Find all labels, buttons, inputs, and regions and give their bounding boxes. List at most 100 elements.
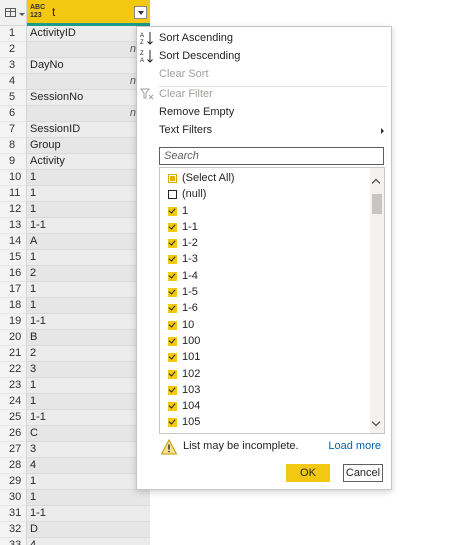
- column-filter-dropdown-button[interactable]: [134, 6, 147, 19]
- filter-option[interactable]: 1-2: [160, 235, 370, 251]
- table-cell[interactable]: 2: [27, 266, 150, 282]
- table-cell[interactable]: 1: [27, 170, 150, 186]
- checkbox[interactable]: [168, 190, 177, 200]
- row-number[interactable]: 1: [0, 26, 27, 42]
- table-cell[interactable]: 4: [27, 458, 150, 474]
- table-cell[interactable]: 1: [27, 186, 150, 202]
- table-cell[interactable]: ActivityID: [27, 26, 150, 42]
- scrollbar-thumb[interactable]: [372, 194, 382, 214]
- row-number[interactable]: 8: [0, 138, 27, 154]
- row-number[interactable]: 21: [0, 346, 27, 362]
- checkbox[interactable]: [168, 222, 177, 232]
- menu-text-filters[interactable]: Text Filters: [137, 121, 391, 139]
- checkbox[interactable]: [168, 336, 177, 346]
- table-cell[interactable]: C: [27, 426, 150, 442]
- table-cell[interactable]: SessionID: [27, 122, 150, 138]
- table-cell[interactable]: DayNo: [27, 58, 150, 74]
- table-cell[interactable]: n: [27, 74, 150, 90]
- table-cell[interactable]: 1: [27, 298, 150, 314]
- table-cell[interactable]: 2: [27, 346, 150, 362]
- table-cell[interactable]: B: [27, 330, 150, 346]
- table-menu-button[interactable]: [0, 0, 27, 26]
- filter-option[interactable]: 105: [160, 414, 370, 430]
- filter-option[interactable]: 1-3: [160, 251, 370, 267]
- table-cell[interactable]: 1-1: [27, 410, 150, 426]
- table-cell[interactable]: A: [27, 234, 150, 250]
- filter-option[interactable]: 106: [160, 431, 370, 434]
- table-cell[interactable]: 1-1: [27, 314, 150, 330]
- row-number[interactable]: 18: [0, 298, 27, 314]
- checkbox[interactable]: [168, 271, 177, 281]
- checkbox[interactable]: [168, 255, 177, 265]
- table-cell[interactable]: 1: [27, 282, 150, 298]
- filter-option[interactable]: 1-4: [160, 268, 370, 284]
- row-number[interactable]: 16: [0, 266, 27, 282]
- table-cell[interactable]: 1: [27, 490, 150, 506]
- any-type-icon[interactable]: ABC 123: [30, 4, 45, 20]
- table-cell[interactable]: 1: [27, 250, 150, 266]
- cancel-button[interactable]: Cancel: [343, 464, 383, 482]
- row-number[interactable]: 7: [0, 122, 27, 138]
- filter-option[interactable]: 103: [160, 382, 370, 398]
- row-number[interactable]: 15: [0, 250, 27, 266]
- row-number[interactable]: 33: [0, 538, 27, 545]
- ok-button[interactable]: OK: [286, 464, 330, 482]
- load-more-link[interactable]: Load more: [328, 440, 381, 452]
- row-number[interactable]: 6: [0, 106, 27, 122]
- list-scrollbar[interactable]: [370, 168, 384, 433]
- table-cell[interactable]: SessionNo: [27, 90, 150, 106]
- checkbox[interactable]: [168, 304, 177, 314]
- row-number[interactable]: 32: [0, 522, 27, 538]
- checkbox[interactable]: [168, 239, 177, 249]
- filter-option[interactable]: 104: [160, 398, 370, 414]
- table-cell[interactable]: 1: [27, 394, 150, 410]
- menu-clear-filter[interactable]: Clear Filter: [137, 85, 391, 103]
- table-cell[interactable]: 3: [27, 362, 150, 378]
- row-number[interactable]: 10: [0, 170, 27, 186]
- filter-option[interactable]: (null): [160, 186, 370, 202]
- filter-option[interactable]: 102: [160, 366, 370, 382]
- table-cell[interactable]: n: [27, 106, 150, 122]
- search-input[interactable]: [159, 147, 384, 165]
- checkbox[interactable]: [168, 174, 177, 183]
- menu-sort-ascending[interactable]: A Z Sort Ascending: [137, 29, 391, 47]
- row-number[interactable]: 27: [0, 442, 27, 458]
- filter-option[interactable]: (Select All): [160, 170, 370, 186]
- filter-option[interactable]: 1-1: [160, 219, 370, 235]
- row-number[interactable]: 28: [0, 458, 27, 474]
- scroll-down-icon[interactable]: [370, 417, 384, 431]
- row-number[interactable]: 12: [0, 202, 27, 218]
- checkbox[interactable]: [168, 369, 177, 379]
- table-cell[interactable]: 1-1: [27, 506, 150, 522]
- table-cell[interactable]: 1-1: [27, 218, 150, 234]
- row-number[interactable]: 9: [0, 154, 27, 170]
- table-cell[interactable]: 1: [27, 378, 150, 394]
- table-cell[interactable]: 4: [27, 538, 150, 545]
- menu-sort-descending[interactable]: Z A Sort Descending: [137, 47, 391, 65]
- checkbox[interactable]: [168, 385, 177, 395]
- row-number[interactable]: 19: [0, 314, 27, 330]
- table-cell[interactable]: Activity: [27, 154, 150, 170]
- row-number[interactable]: 20: [0, 330, 27, 346]
- filter-option[interactable]: 10: [160, 317, 370, 333]
- table-cell[interactable]: 3: [27, 442, 150, 458]
- table-cell[interactable]: 1: [27, 202, 150, 218]
- row-number[interactable]: 29: [0, 474, 27, 490]
- row-number[interactable]: 23: [0, 378, 27, 394]
- row-number[interactable]: 24: [0, 394, 27, 410]
- row-number[interactable]: 25: [0, 410, 27, 426]
- checkbox[interactable]: [168, 418, 177, 428]
- scroll-up-icon[interactable]: [370, 176, 384, 190]
- row-number[interactable]: 26: [0, 426, 27, 442]
- row-number[interactable]: 17: [0, 282, 27, 298]
- checkbox[interactable]: [168, 353, 177, 363]
- menu-clear-sort[interactable]: Clear Sort: [137, 65, 391, 83]
- row-number[interactable]: 11: [0, 186, 27, 202]
- table-cell[interactable]: 1: [27, 474, 150, 490]
- filter-option[interactable]: 100: [160, 333, 370, 349]
- menu-remove-empty[interactable]: Remove Empty: [137, 103, 391, 121]
- row-number[interactable]: 13: [0, 218, 27, 234]
- filter-option[interactable]: 1: [160, 203, 370, 219]
- filter-option[interactable]: 1-5: [160, 284, 370, 300]
- row-number[interactable]: 4: [0, 74, 27, 90]
